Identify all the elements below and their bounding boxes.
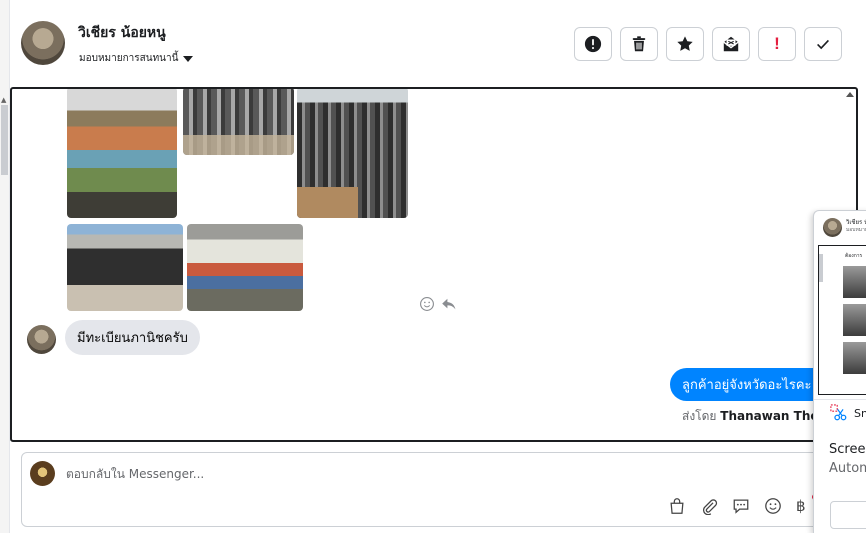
conversation-header: วิเชียร น้อยหนู มอบหมายการสนทนานี้ !: [10, 0, 866, 88]
sent-by-prefix: ส่งโดย: [682, 409, 717, 423]
page-avatar: [30, 461, 55, 486]
sender-avatar[interactable]: [27, 325, 56, 354]
popup-action-button[interactable]: [830, 501, 866, 529]
thumbnail-image: [843, 266, 866, 298]
scrollbar-thumb[interactable]: [1, 105, 8, 175]
follow-up-button[interactable]: !: [758, 27, 796, 61]
scissors-icon: [830, 404, 847, 421]
sent-by-line: ส่งโดย Thanawan Thon: [682, 407, 827, 426]
exclamation-circle-icon: [584, 35, 602, 53]
popup-screenshot-thumbnail[interactable]: ต้องการ: [818, 245, 866, 395]
star-button[interactable]: [666, 27, 704, 61]
thumbnail-image: [843, 304, 866, 336]
react-smiley-icon[interactable]: [419, 296, 435, 312]
exclamation-red-icon: !: [774, 34, 780, 53]
photo-attachment[interactable]: [187, 224, 303, 311]
reply-input[interactable]: [66, 463, 566, 485]
envelope-icon: [723, 36, 739, 52]
message-thread[interactable]: มีทะเบียนภานิชครับ ลูกค้าอยู่จังหวัดอะไร…: [10, 87, 858, 442]
message-actions: [419, 296, 457, 312]
conversation-toolbar: !: [574, 27, 842, 61]
contact-avatar[interactable]: [21, 21, 65, 65]
reply-arrow-icon[interactable]: [441, 296, 457, 312]
popup-description: Autom: [829, 461, 866, 476]
trash-icon: [632, 36, 646, 52]
photo-attachment[interactable]: [67, 89, 177, 218]
mark-done-button[interactable]: [804, 27, 842, 61]
screen-recorder-popup: วิเชียร น้อยหนู มอบหมาย ต้องการ Sn Scree…: [813, 210, 866, 533]
thumbnail-label: ต้องการ: [845, 253, 863, 259]
star-icon: [677, 36, 693, 51]
popup-divider: [814, 399, 866, 400]
mark-unread-button[interactable]: [712, 27, 750, 61]
delete-button[interactable]: [620, 27, 658, 61]
popup-title: Screen: [829, 442, 866, 457]
paperclip-icon[interactable]: [700, 497, 718, 515]
thumbnail-scrollbar: [819, 254, 823, 282]
caret-down-icon: [183, 55, 194, 62]
incoming-message-bubble[interactable]: มีทะเบียนภานิชครับ: [65, 320, 200, 355]
snipping-tool-label: Sn: [830, 404, 866, 422]
snipping-tool-app-label: Sn: [854, 406, 866, 420]
reply-composer: ฿: [21, 452, 841, 527]
check-icon: [817, 39, 829, 50]
contact-name[interactable]: วิเชียร น้อยหนู: [78, 22, 166, 44]
emoji-icon[interactable]: [764, 497, 782, 515]
thumbnail-image: [843, 342, 866, 374]
baht-icon[interactable]: ฿: [796, 497, 806, 515]
assign-conversation-label: มอบหมายการสนทนานี้: [79, 53, 179, 64]
assign-conversation-dropdown[interactable]: มอบหมายการสนทนานี้: [79, 51, 194, 66]
photo-attachment[interactable]: [67, 224, 183, 311]
mark-spam-button[interactable]: [574, 27, 612, 61]
left-scrollbar[interactable]: ▲: [0, 0, 10, 533]
sent-by-name: Thanawan Thon: [720, 409, 828, 423]
outgoing-message-bubble[interactable]: ลูกค้าอยู่จังหวัดอะไรคะ: [670, 368, 830, 401]
saved-reply-icon[interactable]: [732, 497, 750, 515]
popup-avatar: [823, 218, 842, 237]
photo-attachment[interactable]: [183, 89, 294, 155]
photo-attachment[interactable]: [297, 89, 408, 218]
popup-subtitle: มอบหมาย: [846, 227, 866, 233]
shopping-bag-icon[interactable]: [668, 497, 686, 515]
scroll-up-arrow-icon[interactable]: [846, 92, 854, 97]
inbox-conversation-view: ▲ วิเชียร น้อยหนู มอบหมายการสนทนานี้ ! ม…: [0, 0, 866, 533]
composer-toolbar: ฿: [668, 497, 806, 515]
scroll-up-arrow-icon[interactable]: ▲: [1, 96, 6, 104]
